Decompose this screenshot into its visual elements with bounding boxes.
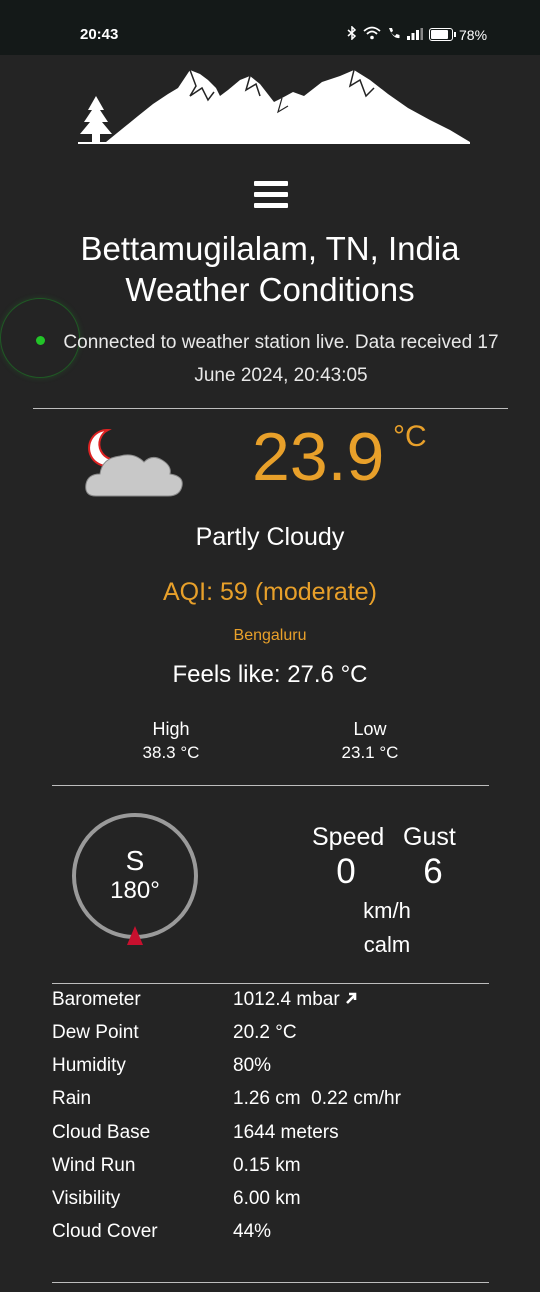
current-temperature: 23.9 (252, 419, 385, 495)
detail-value: 20.2 °C (233, 1022, 297, 1043)
wind-unit: km/h (363, 898, 411, 923)
menu-icon[interactable] (254, 181, 288, 214)
wind-speed: 0 (336, 852, 356, 891)
detail-value: 1012.4 mbar (233, 989, 358, 1011)
detail-label: Cloud Base (52, 1122, 151, 1143)
wind-gust: 6 (423, 852, 443, 891)
detail-label: Dew Point (52, 1022, 139, 1043)
detail-label: Rain (52, 1088, 92, 1109)
high-value: 38.3 °C (142, 743, 200, 762)
detail-value: 80% (233, 1055, 272, 1076)
detail-value: 44% (233, 1221, 272, 1242)
wind-description: calm (363, 932, 411, 957)
connection-status: Connected to weather station live. Data … (63, 332, 499, 386)
high-temp: High 38.3 °C (96, 717, 246, 765)
page-title: Bettamugilalam, TN, India Weather Condit… (0, 228, 540, 310)
aqi-location-link[interactable]: Bengaluru (0, 627, 540, 645)
title-location: Bettamugilalam, TN, India (80, 230, 460, 267)
status-icons: 78% (347, 25, 488, 43)
signal-icon (407, 27, 423, 43)
temperature-unit: °C (393, 420, 427, 453)
aqi-value: AQI: 59 (moderate) (163, 578, 377, 606)
detail-value: 1644 meters (233, 1122, 339, 1143)
status-bar: 20:43 78% (0, 0, 540, 55)
detail-value: 0.15 km (233, 1155, 301, 1176)
divider (52, 983, 489, 984)
divider (52, 785, 489, 786)
mountain-logo[interactable] (78, 66, 470, 151)
divider (33, 408, 508, 409)
bluetooth-icon (347, 25, 357, 43)
detail-label: Humidity (52, 1055, 126, 1076)
wind-degrees: 180° (110, 877, 160, 904)
detail-value: 1.26 cm 0.22 cm/hr (233, 1088, 401, 1109)
low-value: 23.1 °C (341, 743, 399, 762)
condition-text: Partly Cloudy (195, 523, 345, 551)
detail-label: Barometer (52, 989, 141, 1010)
detail-label: Visibility (52, 1188, 121, 1209)
live-status-dot (36, 336, 45, 345)
feels-like: Feels like: 27.6 °C (172, 661, 368, 688)
battery-icon (429, 28, 456, 41)
partly-cloudy-night-icon (82, 428, 186, 505)
divider (52, 1282, 489, 1283)
title-subtitle: Weather Conditions (125, 271, 415, 308)
wind-direction: S (125, 845, 145, 876)
arrow-up-right-icon (344, 989, 358, 1011)
gust-label: Gust (403, 823, 456, 851)
status-time: 20:43 (80, 26, 119, 43)
high-label: High (152, 719, 190, 739)
detail-label: Cloud Cover (52, 1221, 158, 1242)
battery-percent: 78% (459, 26, 488, 43)
wifi-icon (363, 26, 381, 43)
low-temp: Low 23.1 °C (295, 717, 445, 765)
low-label: Low (353, 719, 387, 739)
detail-value: 6.00 km (233, 1188, 301, 1209)
speed-label: Speed (312, 823, 385, 851)
wifi-calling-icon (387, 26, 401, 43)
detail-label: Wind Run (52, 1155, 136, 1176)
